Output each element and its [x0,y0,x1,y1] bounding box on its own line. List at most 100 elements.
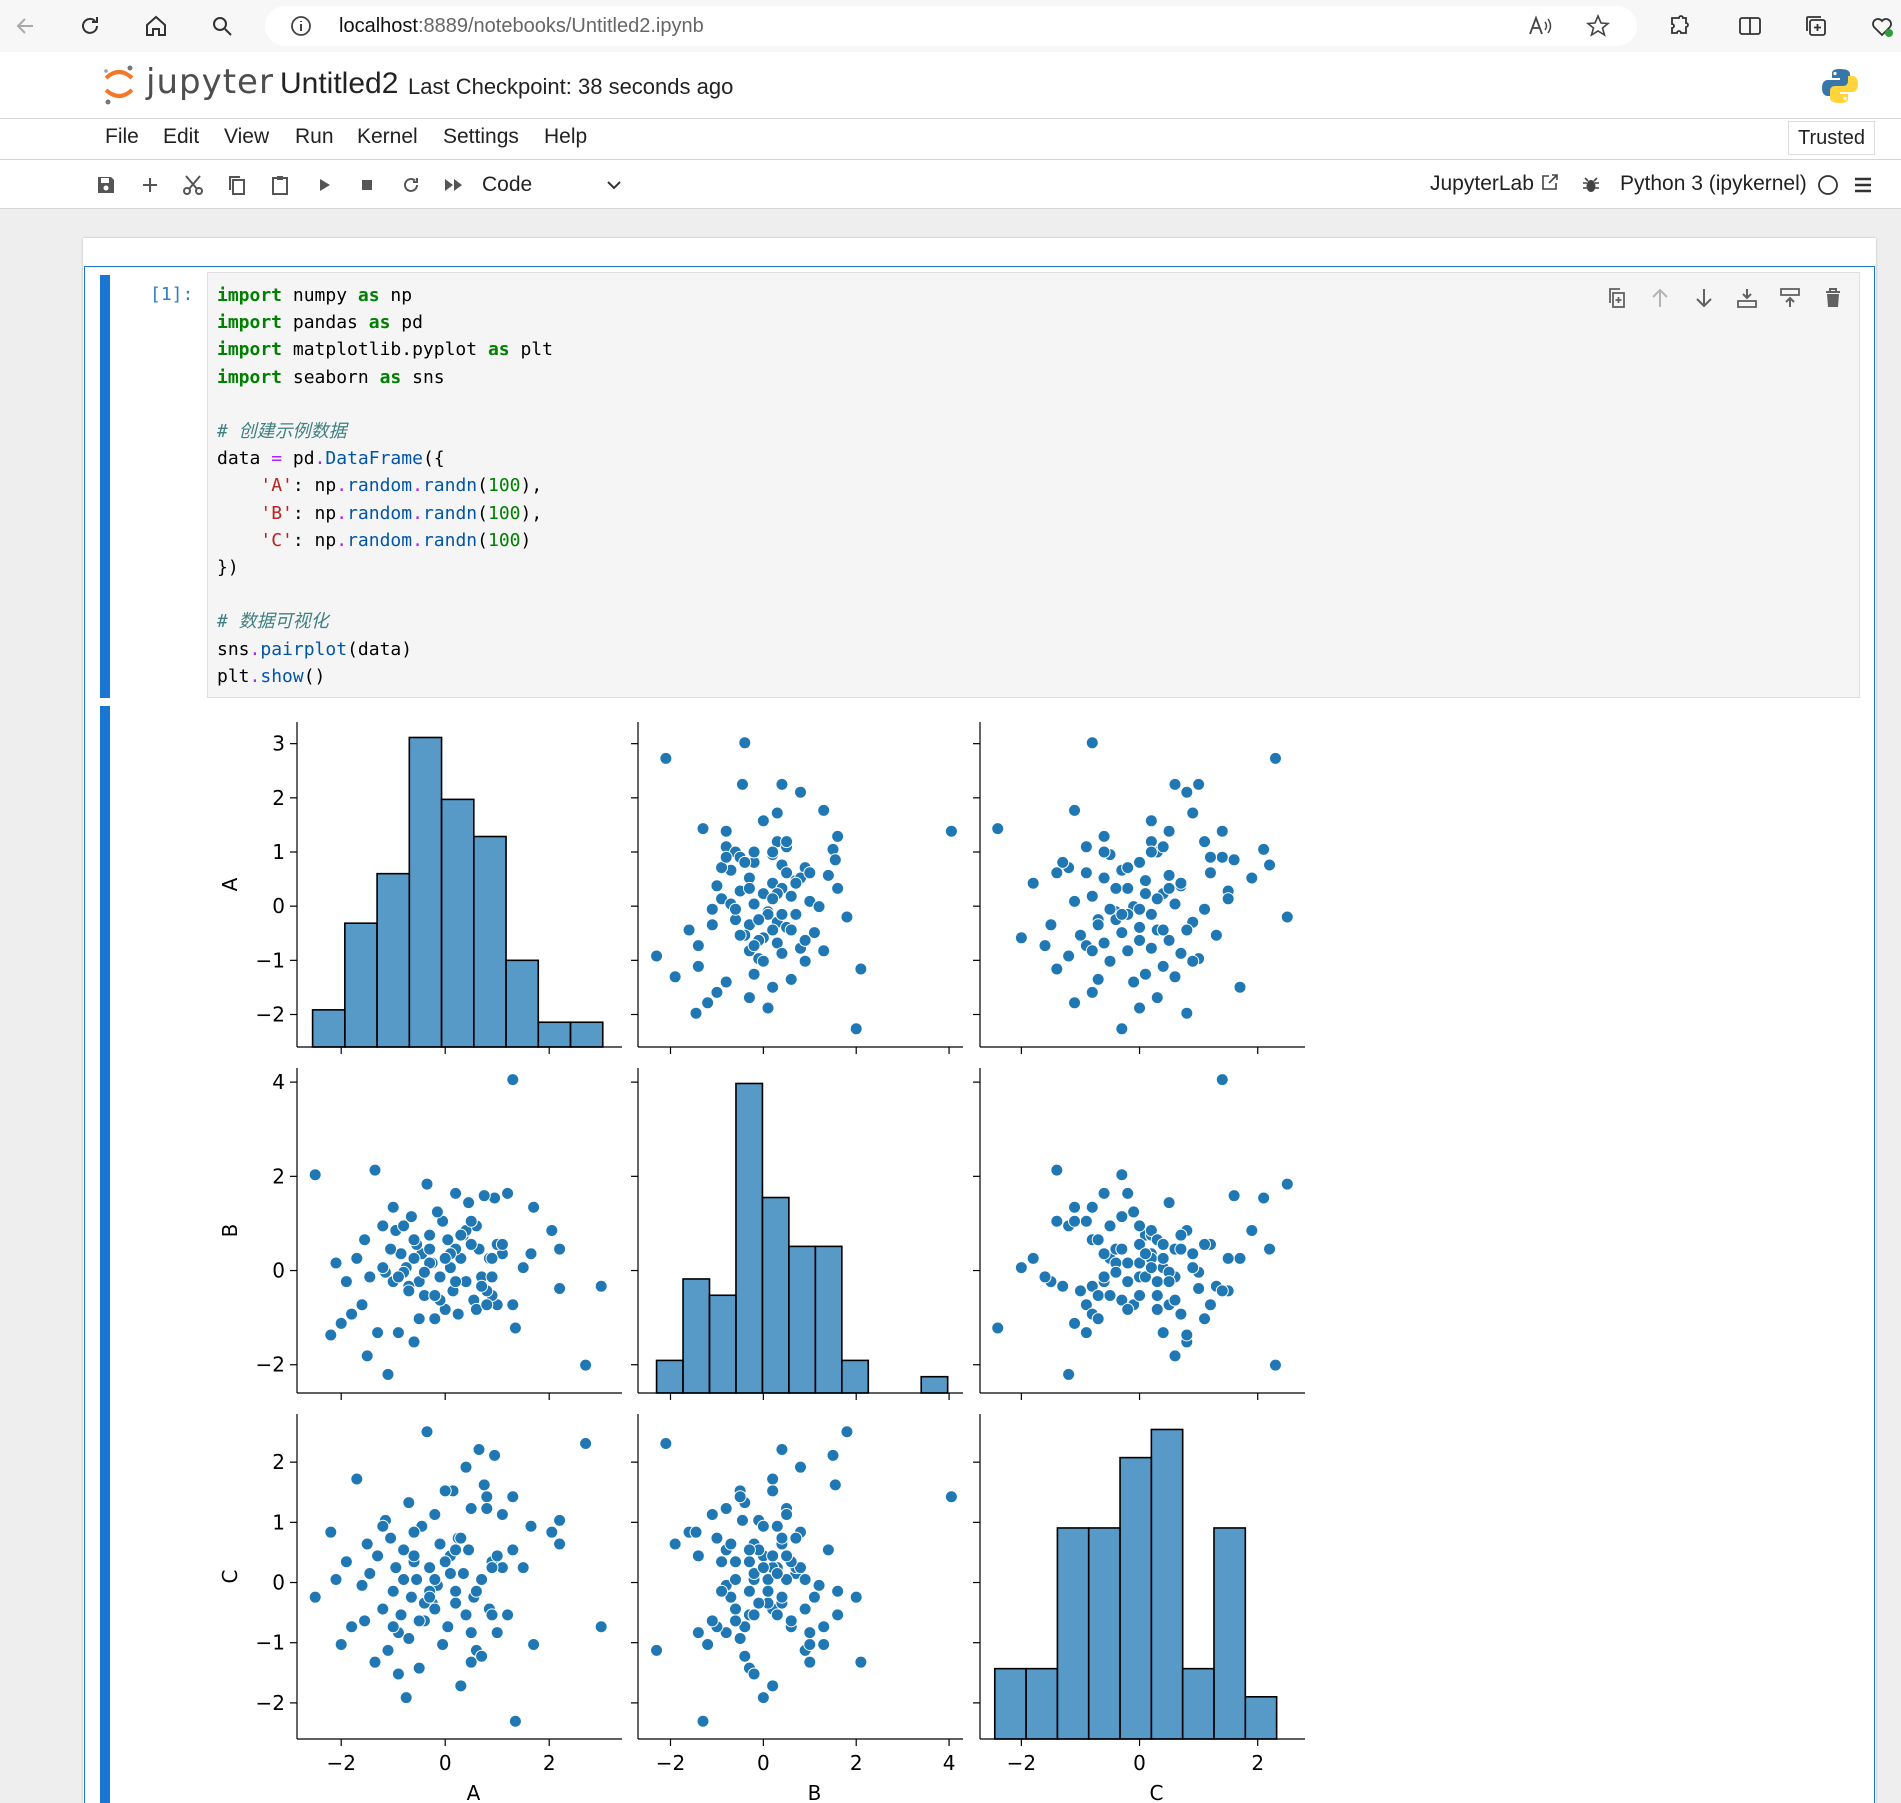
cell-type-select[interactable]: Code [482,170,622,200]
scatter-point-B-A-99 [495,1237,509,1251]
menu-run[interactable]: Run [295,125,334,149]
scatter-point-A-B-87 [752,913,766,927]
debugger-bug-icon[interactable] [1578,172,1604,198]
scatter-point-C-B-1 [659,1437,673,1451]
scatter-point-B-C-14 [1227,1189,1241,1203]
code-line-8: 'A': np.random.randn(100), [260,475,543,497]
run-icon[interactable] [311,172,337,198]
y-tick-label-C-1: 1 [272,1510,285,1534]
back-arrow-icon[interactable] [10,10,42,42]
insert-cell-above-icon[interactable] [1777,285,1803,311]
output-collapser[interactable] [100,706,110,1803]
browser-essentials-icon[interactable] [1866,10,1898,42]
stop-icon[interactable] [354,172,380,198]
move-down-arrow-icon[interactable] [1691,285,1717,311]
scatter-point-B-C-29 [1150,1302,1164,1316]
scatter-point-A-C-69 [1144,845,1158,859]
menu-hamburger-icon[interactable] [1850,172,1876,198]
jupyterlab-label: JupyterLab [1430,172,1534,195]
scatter-point-B-C-36 [1280,1177,1294,1191]
favorite-star-icon[interactable] [1585,13,1611,39]
histogram-bar-C-5 [1150,1428,1184,1740]
scatter-point-C-A-30 [436,1637,450,1651]
scatter-point-B-C-97 [1156,1251,1170,1265]
scatter-point-B-C-70 [1215,1284,1229,1298]
extensions-icon[interactable] [1664,10,1696,42]
input-collapser[interactable] [100,275,110,698]
scatter-point-C-B-99 [780,1507,794,1521]
notebook-title[interactable]: Untitled2 [280,67,398,101]
scatter-point-C-A-29 [438,1555,452,1569]
scatter-point-C-B-92 [719,1502,733,1516]
y-tick-label-A-0: 0 [272,894,285,918]
info-icon[interactable] [289,14,313,38]
jupyter-logo-icon[interactable] [102,62,136,108]
scatter-point-B-A-60 [350,1251,364,1265]
delete-cell-trash-icon[interactable] [1820,285,1846,311]
scatter-point-B-A-58 [358,1233,372,1247]
insert-cell-below-icon[interactable] [1734,285,1760,311]
save-icon[interactable] [93,172,119,198]
x-tick-label-B-2: 2 [850,1751,863,1775]
collections-icon[interactable] [1800,10,1832,42]
menu-help[interactable]: Help [544,125,587,149]
scatter-point-C-A-44 [399,1691,413,1705]
duplicate-cell-icon[interactable] [1604,285,1630,311]
restart-run-all-icon[interactable] [441,172,467,198]
paste-icon[interactable] [267,172,293,198]
scatter-point-B-A-93 [423,1242,437,1256]
scatter-point-A-B-75 [784,923,798,937]
scatter-point-B-C-79 [1138,1247,1152,1261]
scatter-point-C-A-88 [454,1531,468,1545]
add-cell-icon[interactable] [137,172,163,198]
home-icon[interactable] [140,10,172,42]
scatter-point-A-C-99 [1198,835,1212,849]
address-bar[interactable]: localhost:8889/notebooks/Untitled2.ipynb [265,6,1637,46]
scatter-point-B-C-25 [1121,1186,1135,1200]
restart-icon[interactable] [398,172,424,198]
scatter-point-C-A-40 [410,1572,424,1586]
menu-kernel[interactable]: Kernel [357,125,418,149]
scatter-point-A-C-90 [1144,814,1158,828]
scatter-point-C-B-49 [742,1584,756,1598]
scatter-point-A-B-58 [784,972,798,986]
scatter-point-B-C-85 [1121,1302,1135,1316]
scatter-point-B-A-98 [485,1270,499,1284]
menu-file[interactable]: File [105,125,139,149]
read-aloud-icon[interactable] [1527,14,1553,38]
kernel-name[interactable]: Python 3 (ipykernel) [1620,172,1807,196]
menu-settings[interactable]: Settings [443,125,519,149]
y-tick-label-A--1: −1 [256,948,285,972]
search-icon[interactable] [206,10,238,42]
scatter-point-C-A-95 [464,1655,478,1669]
code-text[interactable]: import numpy as np import pandas as pd i… [217,282,553,690]
scatter-point-C-B-68 [831,1608,845,1622]
split-screen-icon[interactable] [1734,10,1766,42]
scatter-point-C-A-89 [402,1632,416,1646]
scatter-point-B-C-82 [1156,1237,1170,1251]
refresh-icon[interactable] [74,10,106,42]
scatter-point-C-A-8 [506,1490,520,1504]
scatter-point-A-C-89 [1073,928,1087,942]
scatter-point-C-B-25 [831,1584,845,1598]
scatter-point-C-A-36 [420,1425,434,1439]
scatter-point-C-A-96 [428,1572,442,1586]
scatter-point-A-B-89 [733,928,747,942]
trusted-indicator[interactable]: Trusted [1788,121,1875,155]
scatter-point-C-A-66 [308,1590,322,1604]
scatter-point-C-B-16 [775,1442,789,1456]
scatter-point-B-A-94 [449,1275,463,1289]
jupyterlab-link[interactable]: JupyterLab [1430,172,1560,196]
scatter-point-C-B-79 [770,1567,784,1581]
copy-icon[interactable] [224,172,250,198]
scatter-point-C-B-7 [696,1714,710,1728]
scatter-point-A-B-14 [828,853,842,867]
move-up-arrow-icon[interactable] [1647,285,1673,311]
cut-icon[interactable] [180,172,206,198]
menu-view[interactable]: View [224,125,269,149]
scatter-point-B-C-47 [1079,1326,1093,1340]
scatter-point-B-C-76 [1038,1270,1052,1284]
menu-edit[interactable]: Edit [163,125,199,149]
scatter-point-A-C-0 [1085,736,1099,750]
jupyter-wordmark[interactable]: jupyter [146,62,274,102]
